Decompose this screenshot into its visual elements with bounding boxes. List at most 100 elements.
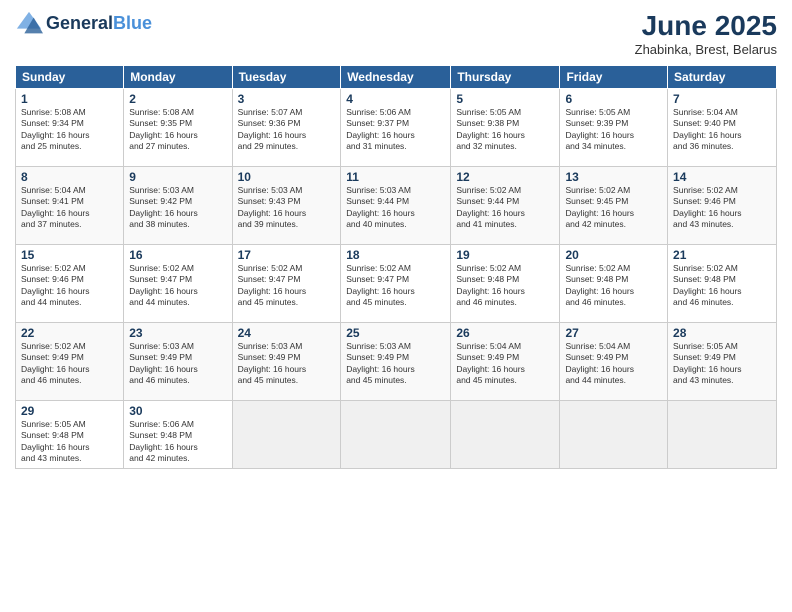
day-number: 21 bbox=[673, 248, 771, 262]
day-number: 18 bbox=[346, 248, 445, 262]
day-info: Sunrise: 5:05 AM Sunset: 9:49 PM Dayligh… bbox=[673, 341, 771, 387]
day-cell: 10Sunrise: 5:03 AM Sunset: 9:43 PM Dayli… bbox=[232, 167, 341, 245]
day-cell bbox=[451, 401, 560, 469]
day-cell: 26Sunrise: 5:04 AM Sunset: 9:49 PM Dayli… bbox=[451, 323, 560, 401]
day-number: 28 bbox=[673, 326, 771, 340]
page: GeneralBlue June 2025 Zhabinka, Brest, B… bbox=[0, 0, 792, 612]
header: GeneralBlue June 2025 Zhabinka, Brest, B… bbox=[15, 10, 777, 57]
day-number: 11 bbox=[346, 170, 445, 184]
week-row-5: 29Sunrise: 5:05 AM Sunset: 9:48 PM Dayli… bbox=[16, 401, 777, 469]
day-number: 30 bbox=[129, 404, 226, 418]
day-number: 23 bbox=[129, 326, 226, 340]
day-cell: 23Sunrise: 5:03 AM Sunset: 9:49 PM Dayli… bbox=[124, 323, 232, 401]
day-number: 27 bbox=[565, 326, 662, 340]
header-row: SundayMondayTuesdayWednesdayThursdayFrid… bbox=[16, 66, 777, 89]
day-info: Sunrise: 5:04 AM Sunset: 9:49 PM Dayligh… bbox=[565, 341, 662, 387]
day-info: Sunrise: 5:04 AM Sunset: 9:40 PM Dayligh… bbox=[673, 107, 771, 153]
day-info: Sunrise: 5:08 AM Sunset: 9:34 PM Dayligh… bbox=[21, 107, 118, 153]
day-cell: 19Sunrise: 5:02 AM Sunset: 9:48 PM Dayli… bbox=[451, 245, 560, 323]
week-row-2: 8Sunrise: 5:04 AM Sunset: 9:41 PM Daylig… bbox=[16, 167, 777, 245]
day-cell: 28Sunrise: 5:05 AM Sunset: 9:49 PM Dayli… bbox=[668, 323, 777, 401]
day-cell bbox=[560, 401, 668, 469]
day-cell: 6Sunrise: 5:05 AM Sunset: 9:39 PM Daylig… bbox=[560, 89, 668, 167]
day-cell: 13Sunrise: 5:02 AM Sunset: 9:45 PM Dayli… bbox=[560, 167, 668, 245]
day-cell: 17Sunrise: 5:02 AM Sunset: 9:47 PM Dayli… bbox=[232, 245, 341, 323]
day-info: Sunrise: 5:05 AM Sunset: 9:48 PM Dayligh… bbox=[21, 419, 118, 465]
week-row-3: 15Sunrise: 5:02 AM Sunset: 9:46 PM Dayli… bbox=[16, 245, 777, 323]
day-cell: 29Sunrise: 5:05 AM Sunset: 9:48 PM Dayli… bbox=[16, 401, 124, 469]
day-cell: 9Sunrise: 5:03 AM Sunset: 9:42 PM Daylig… bbox=[124, 167, 232, 245]
day-cell: 8Sunrise: 5:04 AM Sunset: 9:41 PM Daylig… bbox=[16, 167, 124, 245]
day-info: Sunrise: 5:06 AM Sunset: 9:48 PM Dayligh… bbox=[129, 419, 226, 465]
day-cell: 16Sunrise: 5:02 AM Sunset: 9:47 PM Dayli… bbox=[124, 245, 232, 323]
day-info: Sunrise: 5:02 AM Sunset: 9:47 PM Dayligh… bbox=[129, 263, 226, 309]
day-number: 3 bbox=[238, 92, 336, 106]
day-cell: 18Sunrise: 5:02 AM Sunset: 9:47 PM Dayli… bbox=[341, 245, 451, 323]
day-number: 5 bbox=[456, 92, 554, 106]
day-cell: 11Sunrise: 5:03 AM Sunset: 9:44 PM Dayli… bbox=[341, 167, 451, 245]
day-number: 15 bbox=[21, 248, 118, 262]
day-cell bbox=[232, 401, 341, 469]
day-number: 13 bbox=[565, 170, 662, 184]
day-number: 17 bbox=[238, 248, 336, 262]
calendar: SundayMondayTuesdayWednesdayThursdayFrid… bbox=[15, 65, 777, 469]
day-number: 26 bbox=[456, 326, 554, 340]
day-cell bbox=[668, 401, 777, 469]
day-cell: 7Sunrise: 5:04 AM Sunset: 9:40 PM Daylig… bbox=[668, 89, 777, 167]
main-title: June 2025 bbox=[635, 10, 777, 42]
day-info: Sunrise: 5:07 AM Sunset: 9:36 PM Dayligh… bbox=[238, 107, 336, 153]
day-info: Sunrise: 5:02 AM Sunset: 9:45 PM Dayligh… bbox=[565, 185, 662, 231]
day-cell: 3Sunrise: 5:07 AM Sunset: 9:36 PM Daylig… bbox=[232, 89, 341, 167]
subtitle: Zhabinka, Brest, Belarus bbox=[635, 42, 777, 57]
day-info: Sunrise: 5:02 AM Sunset: 9:47 PM Dayligh… bbox=[346, 263, 445, 309]
day-info: Sunrise: 5:05 AM Sunset: 9:39 PM Dayligh… bbox=[565, 107, 662, 153]
day-number: 20 bbox=[565, 248, 662, 262]
day-info: Sunrise: 5:03 AM Sunset: 9:49 PM Dayligh… bbox=[238, 341, 336, 387]
day-number: 22 bbox=[21, 326, 118, 340]
col-header-sunday: Sunday bbox=[16, 66, 124, 89]
day-info: Sunrise: 5:02 AM Sunset: 9:48 PM Dayligh… bbox=[673, 263, 771, 309]
day-number: 19 bbox=[456, 248, 554, 262]
col-header-wednesday: Wednesday bbox=[341, 66, 451, 89]
day-info: Sunrise: 5:03 AM Sunset: 9:42 PM Dayligh… bbox=[129, 185, 226, 231]
logo-text: GeneralBlue bbox=[46, 14, 152, 34]
day-info: Sunrise: 5:02 AM Sunset: 9:47 PM Dayligh… bbox=[238, 263, 336, 309]
day-number: 2 bbox=[129, 92, 226, 106]
day-number: 14 bbox=[673, 170, 771, 184]
day-info: Sunrise: 5:02 AM Sunset: 9:48 PM Dayligh… bbox=[565, 263, 662, 309]
day-info: Sunrise: 5:03 AM Sunset: 9:43 PM Dayligh… bbox=[238, 185, 336, 231]
day-number: 16 bbox=[129, 248, 226, 262]
day-number: 25 bbox=[346, 326, 445, 340]
col-header-monday: Monday bbox=[124, 66, 232, 89]
day-cell bbox=[341, 401, 451, 469]
day-cell: 27Sunrise: 5:04 AM Sunset: 9:49 PM Dayli… bbox=[560, 323, 668, 401]
day-info: Sunrise: 5:02 AM Sunset: 9:48 PM Dayligh… bbox=[456, 263, 554, 309]
day-info: Sunrise: 5:02 AM Sunset: 9:44 PM Dayligh… bbox=[456, 185, 554, 231]
day-info: Sunrise: 5:08 AM Sunset: 9:35 PM Dayligh… bbox=[129, 107, 226, 153]
day-cell: 12Sunrise: 5:02 AM Sunset: 9:44 PM Dayli… bbox=[451, 167, 560, 245]
day-number: 24 bbox=[238, 326, 336, 340]
col-header-tuesday: Tuesday bbox=[232, 66, 341, 89]
day-info: Sunrise: 5:05 AM Sunset: 9:38 PM Dayligh… bbox=[456, 107, 554, 153]
day-cell: 25Sunrise: 5:03 AM Sunset: 9:49 PM Dayli… bbox=[341, 323, 451, 401]
day-cell: 24Sunrise: 5:03 AM Sunset: 9:49 PM Dayli… bbox=[232, 323, 341, 401]
day-number: 1 bbox=[21, 92, 118, 106]
week-row-1: 1Sunrise: 5:08 AM Sunset: 9:34 PM Daylig… bbox=[16, 89, 777, 167]
day-cell: 1Sunrise: 5:08 AM Sunset: 9:34 PM Daylig… bbox=[16, 89, 124, 167]
day-number: 29 bbox=[21, 404, 118, 418]
day-info: Sunrise: 5:03 AM Sunset: 9:49 PM Dayligh… bbox=[346, 341, 445, 387]
day-cell: 15Sunrise: 5:02 AM Sunset: 9:46 PM Dayli… bbox=[16, 245, 124, 323]
day-cell: 4Sunrise: 5:06 AM Sunset: 9:37 PM Daylig… bbox=[341, 89, 451, 167]
logo-icon bbox=[15, 10, 43, 38]
col-header-friday: Friday bbox=[560, 66, 668, 89]
day-number: 8 bbox=[21, 170, 118, 184]
day-info: Sunrise: 5:02 AM Sunset: 9:46 PM Dayligh… bbox=[21, 263, 118, 309]
day-info: Sunrise: 5:04 AM Sunset: 9:41 PM Dayligh… bbox=[21, 185, 118, 231]
day-cell: 5Sunrise: 5:05 AM Sunset: 9:38 PM Daylig… bbox=[451, 89, 560, 167]
col-header-saturday: Saturday bbox=[668, 66, 777, 89]
day-number: 9 bbox=[129, 170, 226, 184]
col-header-thursday: Thursday bbox=[451, 66, 560, 89]
day-number: 12 bbox=[456, 170, 554, 184]
logo: GeneralBlue bbox=[15, 10, 152, 38]
day-cell: 20Sunrise: 5:02 AM Sunset: 9:48 PM Dayli… bbox=[560, 245, 668, 323]
